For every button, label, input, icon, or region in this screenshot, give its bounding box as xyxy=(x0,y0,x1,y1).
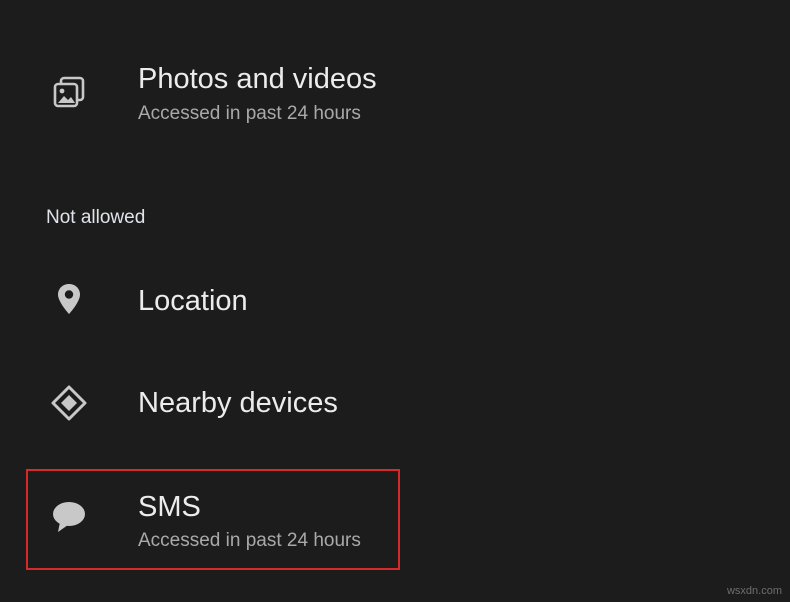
permission-label: Nearby devices xyxy=(138,387,338,419)
sms-bubble-icon xyxy=(50,498,88,536)
permission-item-nearby-devices[interactable]: Nearby devices xyxy=(0,380,790,430)
photo-library-icon xyxy=(50,74,88,112)
location-pin-icon xyxy=(50,280,88,318)
permission-item-location[interactable]: Location xyxy=(0,276,790,326)
permission-item-sms[interactable]: SMS Accessed in past 24 hours xyxy=(0,486,790,566)
permission-label: Location xyxy=(138,285,248,317)
permission-subtitle: Accessed in past 24 hours xyxy=(138,530,361,551)
permission-label: SMS xyxy=(138,491,201,523)
section-header-not-allowed: Not allowed xyxy=(46,207,146,228)
permission-label: Photos and videos xyxy=(138,63,377,95)
permission-item-photos-and-videos[interactable]: Photos and videos Accessed in past 24 ho… xyxy=(0,60,790,140)
watermark-text: wsxdn.com xyxy=(726,585,782,597)
nearby-devices-icon xyxy=(50,384,88,422)
permission-subtitle: Accessed in past 24 hours xyxy=(138,103,361,124)
